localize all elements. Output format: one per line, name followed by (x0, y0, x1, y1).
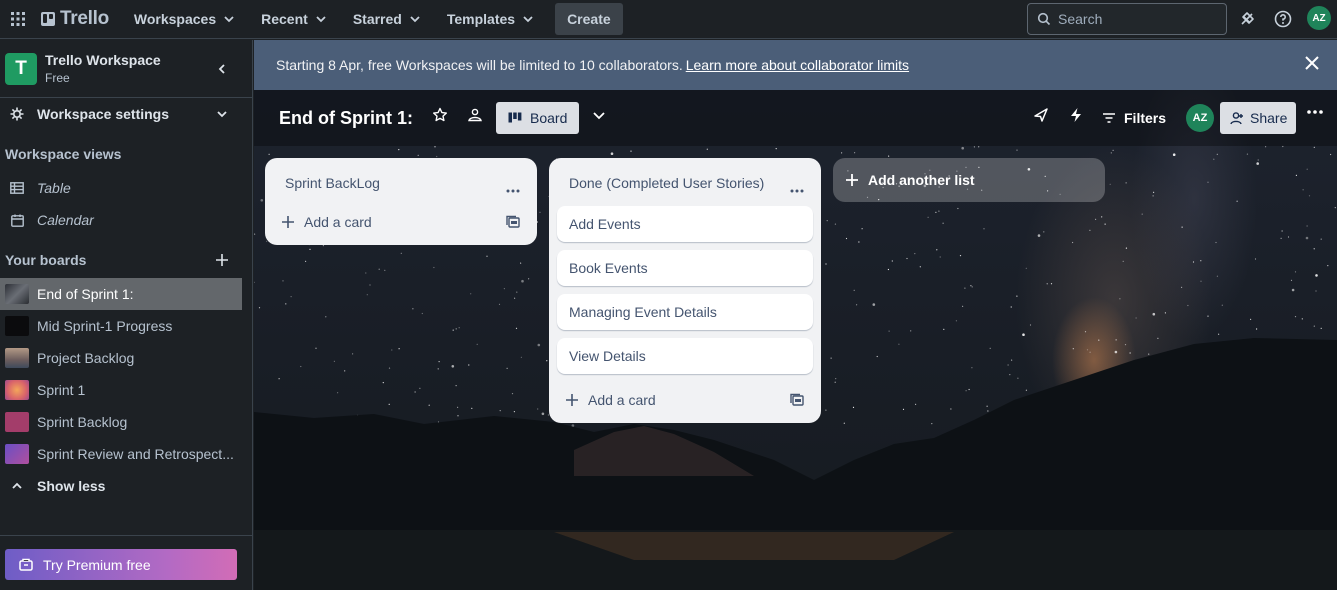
trello-logo-icon (41, 12, 55, 26)
add-card-button[interactable]: Add a card (565, 392, 656, 408)
list-done-completed-user-stories: Done (Completed User Stories) Add Events… (549, 158, 821, 423)
chevron-down-icon (410, 16, 420, 23)
sidebar-item-calendar[interactable]: Calendar (0, 204, 253, 236)
sidebar-board-sprint-backlog[interactable]: Sprint Backlog (0, 406, 253, 438)
trello-logo[interactable]: Trello (41, 8, 109, 30)
chevron-down-icon[interactable] (591, 107, 607, 123)
workspace-plan: Free (45, 71, 70, 85)
plus-icon (282, 216, 294, 228)
card-add-events[interactable]: Add Events (557, 206, 813, 242)
plus-icon (566, 394, 578, 406)
add-board-plus-icon[interactable] (215, 253, 229, 270)
sidebar-board-project-backlog[interactable]: Project Backlog (0, 342, 253, 374)
account-avatar[interactable]: AZ (1307, 6, 1331, 30)
list-actions-icon[interactable] (506, 180, 520, 198)
chevron-up-icon (9, 479, 25, 493)
workspace-badge: T (5, 52, 37, 85)
help-icon[interactable] (1272, 8, 1294, 30)
workspace-header: T Trello Workspace Free (0, 40, 252, 98)
notifications-icon[interactable] (1236, 8, 1258, 30)
workspace-name: Trello Workspace (45, 52, 161, 68)
sidebar-board-mid-sprint-1-progress[interactable]: Mid Sprint-1 Progress (0, 310, 253, 342)
close-icon[interactable] (1304, 55, 1320, 74)
gear-icon (9, 107, 25, 121)
collapse-sidebar-icon[interactable] (215, 62, 229, 81)
create-button[interactable]: Create (555, 3, 623, 35)
chevron-down-icon (215, 107, 229, 124)
card-template-icon[interactable] (790, 393, 804, 412)
filter-icon (1103, 113, 1115, 123)
board-thumbnail (5, 380, 29, 400)
banner-learn-more-link[interactable]: Learn more about collaborator limits (686, 57, 909, 73)
filters-button[interactable]: Filters (1102, 110, 1166, 126)
card-book-events[interactable]: Book Events (557, 250, 813, 286)
board-canvas: Starting 8 Apr, free Workspaces will be … (254, 40, 1337, 590)
board-view-icon (508, 112, 522, 123)
chevron-down-icon (224, 16, 234, 23)
table-icon (9, 182, 25, 194)
workspace-visibility-icon[interactable] (467, 107, 483, 123)
nav-starred-menu[interactable]: Starred (344, 3, 431, 35)
sidebar: T Trello Workspace Free Workspace settin… (0, 40, 253, 590)
add-another-list-button[interactable]: Add another list (833, 158, 1105, 202)
board-thumbnail (5, 412, 29, 432)
star-icon[interactable] (432, 107, 448, 123)
chevron-down-icon (523, 16, 533, 23)
board-thumbnail (5, 348, 29, 368)
search-icon (1037, 12, 1051, 26)
board-member-avatar[interactable]: AZ (1186, 104, 1214, 132)
card-view-details[interactable]: View Details (557, 338, 813, 374)
collaborator-limit-banner: Starting 8 Apr, free Workspaces will be … (254, 40, 1337, 90)
board-thumbnail (5, 284, 29, 304)
automation-icon[interactable] (1069, 107, 1083, 123)
share-button[interactable]: Share (1220, 102, 1296, 134)
sidebar-divider (0, 535, 253, 536)
list-sprint-backlog: Sprint BackLog Add a card (265, 158, 537, 245)
board-view-button[interactable]: Board (496, 102, 579, 134)
show-less-toggle[interactable]: Show less (0, 470, 253, 502)
sidebar-board-sprint-review[interactable]: Sprint Review and Retrospect... (0, 438, 253, 470)
premium-icon (19, 558, 33, 571)
sidebar-board-end-of-sprint-1[interactable]: End of Sprint 1: (0, 278, 242, 310)
chevron-down-icon (316, 16, 326, 23)
board-thumbnail (5, 316, 29, 336)
sidebar-item-table[interactable]: Table (0, 172, 253, 204)
top-navigation-bar: Trello Workspaces Recent Starred Templat… (0, 0, 1337, 39)
nav-recent-menu[interactable]: Recent (252, 3, 337, 35)
list-title[interactable]: Sprint BackLog (285, 175, 380, 191)
add-card-button[interactable]: Add a card (281, 214, 372, 230)
workspace-views-heading: Workspace views (5, 146, 122, 162)
list-title[interactable]: Done (Completed User Stories) (569, 175, 764, 191)
try-premium-button[interactable]: Try Premium free (5, 549, 237, 580)
card-template-icon[interactable] (506, 215, 520, 234)
search-placeholder: Search (1058, 11, 1103, 27)
banner-text: Starting 8 Apr, free Workspaces will be … (276, 57, 683, 73)
power-ups-icon[interactable] (1033, 107, 1049, 123)
board-thumbnail (5, 444, 29, 464)
app-switcher-icon[interactable] (1, 0, 35, 39)
card-managing-event-details[interactable]: Managing Event Details (557, 294, 813, 330)
list-actions-icon[interactable] (790, 180, 804, 198)
board-header: End of Sprint 1: Board Filters AZ Share (254, 90, 1337, 146)
your-boards-heading: Your boards (0, 244, 253, 276)
plus-icon (846, 174, 858, 186)
add-member-icon (1230, 112, 1243, 125)
board-title[interactable]: End of Sprint 1: (279, 108, 413, 129)
more-menu-icon[interactable] (1307, 110, 1323, 114)
nav-workspaces-menu[interactable]: Workspaces (125, 3, 245, 35)
calendar-icon (9, 214, 25, 227)
nav-templates-menu[interactable]: Templates (438, 3, 544, 35)
search-input[interactable]: Search (1027, 3, 1227, 35)
workspace-settings-row[interactable]: Workspace settings (0, 98, 253, 130)
sidebar-board-sprint-1[interactable]: Sprint 1 (0, 374, 253, 406)
